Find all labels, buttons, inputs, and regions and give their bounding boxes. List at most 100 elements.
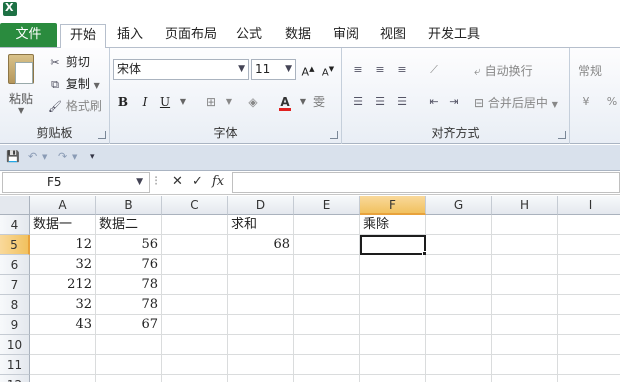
cell-c9[interactable] (162, 315, 228, 335)
cell-i5[interactable] (558, 235, 620, 255)
formula-input[interactable] (232, 172, 620, 193)
name-box[interactable]: F5 ▼ (2, 172, 150, 193)
cell-g7[interactable] (426, 275, 492, 295)
cell-d11[interactable] (228, 355, 294, 375)
tab-formulas[interactable]: 公式 (232, 24, 266, 48)
row-header-5[interactable]: 5 (0, 235, 30, 255)
cell-i6[interactable] (558, 255, 620, 275)
column-header-i[interactable]: I (558, 196, 620, 215)
merge-center-button[interactable]: ⊟ 合并后居中 ▼ (474, 94, 558, 112)
align-middle-icon[interactable]: ≡ (372, 62, 388, 78)
cell-e4[interactable] (294, 215, 360, 235)
cell-f6[interactable] (360, 255, 426, 275)
chevron-down-icon[interactable]: ▼ (285, 60, 292, 79)
cell-g12[interactable] (426, 375, 492, 382)
column-header-d[interactable]: D (228, 196, 294, 215)
chevron-down-icon[interactable]: ▼ (18, 106, 24, 115)
currency-icon[interactable]: ¥ (578, 94, 594, 110)
cell-g11[interactable] (426, 355, 492, 375)
cell-a9[interactable]: 43 (30, 315, 96, 335)
cell-e7[interactable] (294, 275, 360, 295)
cell-a4[interactable]: 数据一 (30, 215, 96, 235)
column-header-c[interactable]: C (162, 196, 228, 215)
cell-f12[interactable] (360, 375, 426, 382)
cell-c6[interactable] (162, 255, 228, 275)
cell-h7[interactable] (492, 275, 558, 295)
row-header-12[interactable]: 12 (0, 375, 30, 382)
underline-button[interactable]: U (156, 92, 174, 112)
orientation-icon[interactable]: ⟋ (426, 62, 442, 78)
cell-g5[interactable] (426, 235, 492, 255)
cell-d6[interactable] (228, 255, 294, 275)
tab-page-layout[interactable]: 页面布局 (160, 24, 222, 48)
column-header-h[interactable]: H (492, 196, 558, 215)
cell-a7[interactable]: 212 (30, 275, 96, 295)
align-center-icon[interactable]: ☰ (372, 94, 388, 110)
cancel-icon[interactable]: ✕ (172, 174, 183, 189)
cell-h8[interactable] (492, 295, 558, 315)
chevron-down-icon[interactable]: ▼ (136, 173, 143, 192)
dialog-launcher-icon[interactable] (558, 131, 566, 139)
cell-c11[interactable] (162, 355, 228, 375)
worksheet-grid[interactable]: A B C D E F G H I 4 数据一 数据二 求和 乘除 5 12 56 68 6 32 76 7 212 78 8 3… (0, 196, 620, 382)
cell-c8[interactable] (162, 295, 228, 315)
column-header-b[interactable]: B (96, 196, 162, 215)
row-header-8[interactable]: 8 (0, 295, 30, 315)
cell-i11[interactable] (558, 355, 620, 375)
font-name-select[interactable]: 宋体 ▼ (113, 59, 249, 80)
cell-i7[interactable] (558, 275, 620, 295)
tab-review[interactable]: 审阅 (328, 24, 364, 48)
dialog-launcher-icon[interactable] (98, 131, 106, 139)
number-format-select[interactable]: 常规 (578, 62, 602, 79)
tab-file[interactable]: 文件 (0, 23, 57, 47)
tab-developer[interactable]: 开发工具 (424, 24, 484, 48)
tab-home[interactable]: 开始 (60, 24, 106, 49)
row-header-11[interactable]: 11 (0, 355, 30, 375)
cell-a12[interactable] (30, 375, 96, 382)
cell-g8[interactable] (426, 295, 492, 315)
cell-a6[interactable]: 32 (30, 255, 96, 275)
font-size-select[interactable]: 11 ▼ (251, 59, 296, 80)
wrap-text-button[interactable]: ⤶ 自动换行 (474, 62, 533, 80)
resize-handle-icon[interactable]: ⁝ (154, 174, 158, 189)
cell-b10[interactable] (96, 335, 162, 355)
italic-button[interactable]: I (136, 92, 154, 112)
cell-b7[interactable]: 78 (96, 275, 162, 295)
cell-i4[interactable] (558, 215, 620, 235)
customize-toolbar-icon[interactable]: ▾ (90, 150, 95, 164)
chevron-down-icon[interactable]: ▼ (238, 60, 245, 79)
tab-view[interactable]: 视图 (375, 24, 411, 48)
row-header-9[interactable]: 9 (0, 315, 30, 335)
cell-i12[interactable] (558, 375, 620, 382)
cell-h12[interactable] (492, 375, 558, 382)
border-icon[interactable]: ⊞ (202, 92, 220, 112)
cell-e12[interactable] (294, 375, 360, 382)
chevron-down-icon[interactable]: ▼ (94, 81, 100, 90)
chevron-down-icon[interactable]: ▼ (42, 150, 47, 164)
cell-e8[interactable] (294, 295, 360, 315)
cell-f10[interactable] (360, 335, 426, 355)
cell-d12[interactable] (228, 375, 294, 382)
increase-indent-icon[interactable]: ⇥ (446, 94, 462, 110)
cell-e9[interactable] (294, 315, 360, 335)
redo-icon[interactable]: ↷ (58, 150, 67, 164)
cell-b5[interactable]: 56 (96, 235, 162, 255)
cell-b12[interactable] (96, 375, 162, 382)
cell-b6[interactable]: 76 (96, 255, 162, 275)
cell-b9[interactable]: 67 (96, 315, 162, 335)
align-right-icon[interactable]: ☰ (394, 94, 410, 110)
align-bottom-icon[interactable]: ≡ (394, 62, 410, 78)
cell-c7[interactable] (162, 275, 228, 295)
row-header-7[interactable]: 7 (0, 275, 30, 295)
cell-h11[interactable] (492, 355, 558, 375)
bold-button[interactable]: B (114, 92, 132, 112)
undo-icon[interactable]: ↶ (28, 150, 37, 164)
cell-f8[interactable] (360, 295, 426, 315)
dialog-launcher-icon[interactable] (330, 131, 338, 139)
cell-c5[interactable] (162, 235, 228, 255)
cell-d10[interactable] (228, 335, 294, 355)
cell-g4[interactable] (426, 215, 492, 235)
copy-button[interactable]: ⧉ 复制 ▼ (48, 75, 100, 93)
cell-i10[interactable] (558, 335, 620, 355)
cell-b4[interactable]: 数据二 (96, 215, 162, 235)
